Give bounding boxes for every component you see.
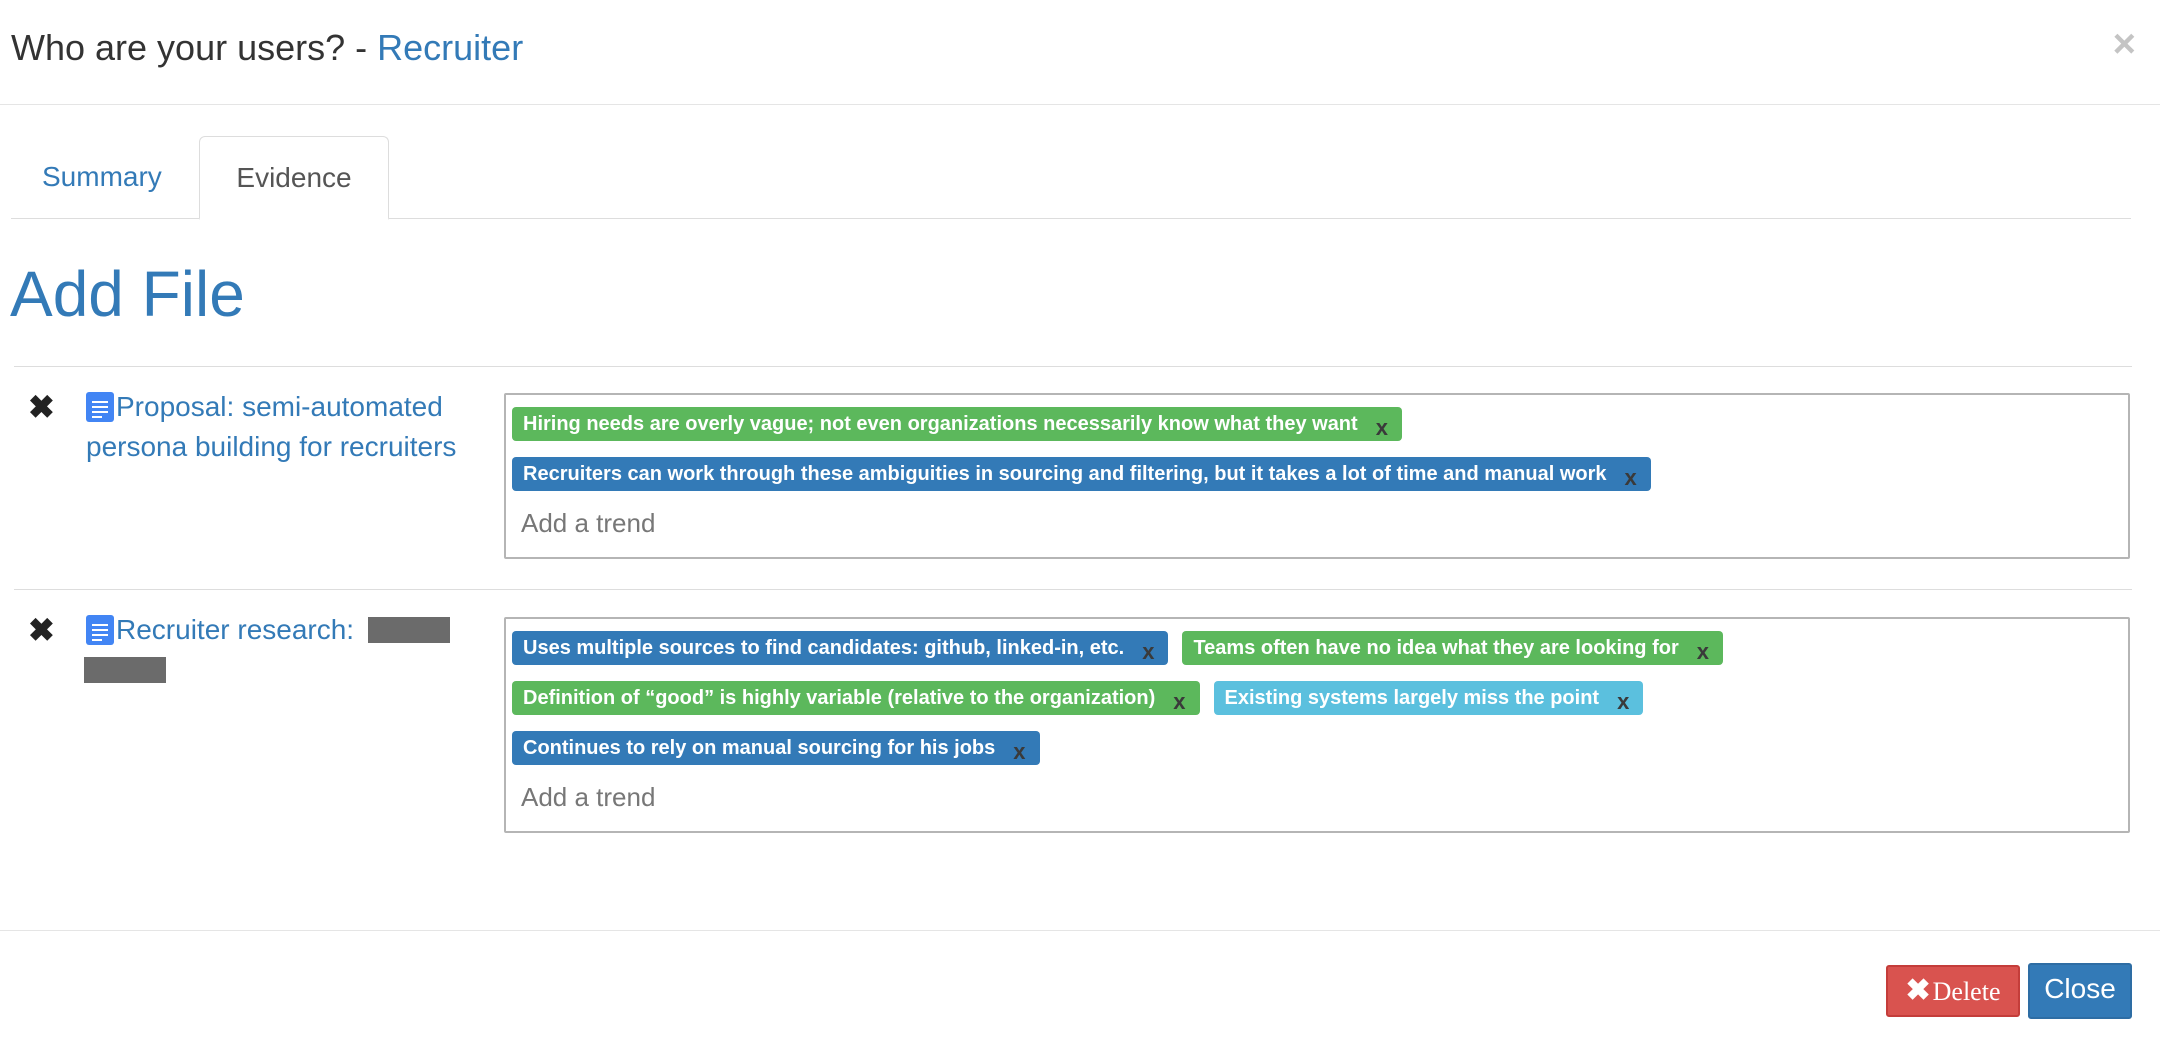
trend-tag-text: Uses multiple sources to find candidates… — [523, 636, 1125, 659]
redacted-block — [84, 657, 166, 683]
remove-tag-icon[interactable]: x — [1617, 691, 1629, 713]
remove-tag-icon[interactable]: x — [1173, 691, 1185, 713]
redacted-block — [367, 617, 450, 643]
modal-footer: ✖Delete Close — [0, 930, 2160, 1050]
evidence-file-link[interactable]: Proposal: semi-automated persona buildin… — [86, 387, 486, 467]
trend-tag: Definition of “good” is highly variable … — [512, 681, 1200, 715]
tab-bar: Summary Evidence — [11, 136, 2131, 220]
trend-tag-input[interactable]: Hiring needs are overly vague; not even … — [504, 393, 2130, 559]
google-doc-icon — [86, 392, 114, 422]
trend-tag: Recruiters can work through these ambigu… — [512, 457, 1651, 491]
tab-summary[interactable]: Summary — [11, 136, 193, 218]
trend-tag-list: Hiring needs are overly vague; not even … — [512, 407, 2128, 507]
trend-tag-list: Uses multiple sources to find candidates… — [512, 631, 2128, 781]
evidence-row: ✖ Proposal: semi-automated persona build… — [14, 366, 2132, 589]
add-file-link[interactable]: Add File — [10, 256, 245, 332]
modal-title: Who are your users? - Recruiter — [11, 24, 523, 72]
remove-tag-icon[interactable]: x — [1013, 741, 1025, 763]
delete-button-label: Delete — [1932, 977, 2001, 1006]
trend-tag-text: Definition of “good” is highly variable … — [523, 686, 1156, 709]
evidence-row: ✖ Recruiter research: Uses multiple sour… — [14, 589, 2132, 860]
remove-tag-icon[interactable]: x — [1142, 641, 1154, 663]
tab-evidence[interactable]: Evidence — [199, 136, 389, 220]
remove-tag-icon[interactable]: x — [1376, 417, 1388, 439]
google-doc-icon — [86, 615, 114, 645]
trend-tag: Uses multiple sources to find candidates… — [512, 631, 1169, 665]
evidence-file-title: Recruiter research: — [116, 614, 355, 645]
add-trend-input[interactable] — [512, 779, 1421, 815]
trend-tag: Hiring needs are overly vague; not even … — [512, 407, 1402, 441]
trend-tag-text: Recruiters can work through these ambigu… — [523, 462, 1607, 485]
delete-icon: ✖ — [1905, 974, 1931, 1007]
persona-modal: Who are your users? - Recruiter × Summar… — [0, 0, 2160, 1050]
modal-header: Who are your users? - Recruiter × — [0, 0, 2160, 105]
remove-tag-icon[interactable]: x — [1697, 641, 1709, 663]
modal-title-prefix: Who are your users? - — [11, 27, 378, 68]
remove-evidence-icon[interactable]: ✖ — [28, 387, 55, 427]
trend-tag: Teams often have no idea what they are l… — [1182, 631, 1723, 665]
remove-evidence-icon[interactable]: ✖ — [28, 610, 55, 650]
trend-tag: Continues to rely on manual sourcing for… — [512, 731, 1040, 765]
trend-tag: Existing systems largely miss the point x — [1213, 681, 1644, 715]
trend-tag-text: Teams often have no idea what they are l… — [1193, 636, 1679, 659]
delete-button[interactable]: ✖Delete — [1886, 965, 2020, 1017]
evidence-file-title: Proposal: semi-automated persona buildin… — [86, 391, 457, 462]
trend-tag-text: Hiring needs are overly vague; not even … — [523, 412, 1358, 435]
evidence-file-link[interactable]: Recruiter research: — [84, 610, 486, 690]
trend-tag-input[interactable]: Uses multiple sources to find candidates… — [504, 617, 2130, 833]
add-trend-input[interactable] — [512, 505, 1421, 541]
close-icon[interactable]: × — [2113, 20, 2136, 68]
evidence-list: ✖ Proposal: semi-automated persona build… — [14, 366, 2132, 860]
close-button[interactable]: Close — [2028, 963, 2132, 1019]
modal-title-persona: Recruiter — [377, 27, 524, 68]
remove-tag-icon[interactable]: x — [1625, 467, 1637, 489]
trend-tag-text: Continues to rely on manual sourcing for… — [523, 736, 996, 759]
trend-tag-text: Existing systems largely miss the point — [1224, 686, 1600, 709]
